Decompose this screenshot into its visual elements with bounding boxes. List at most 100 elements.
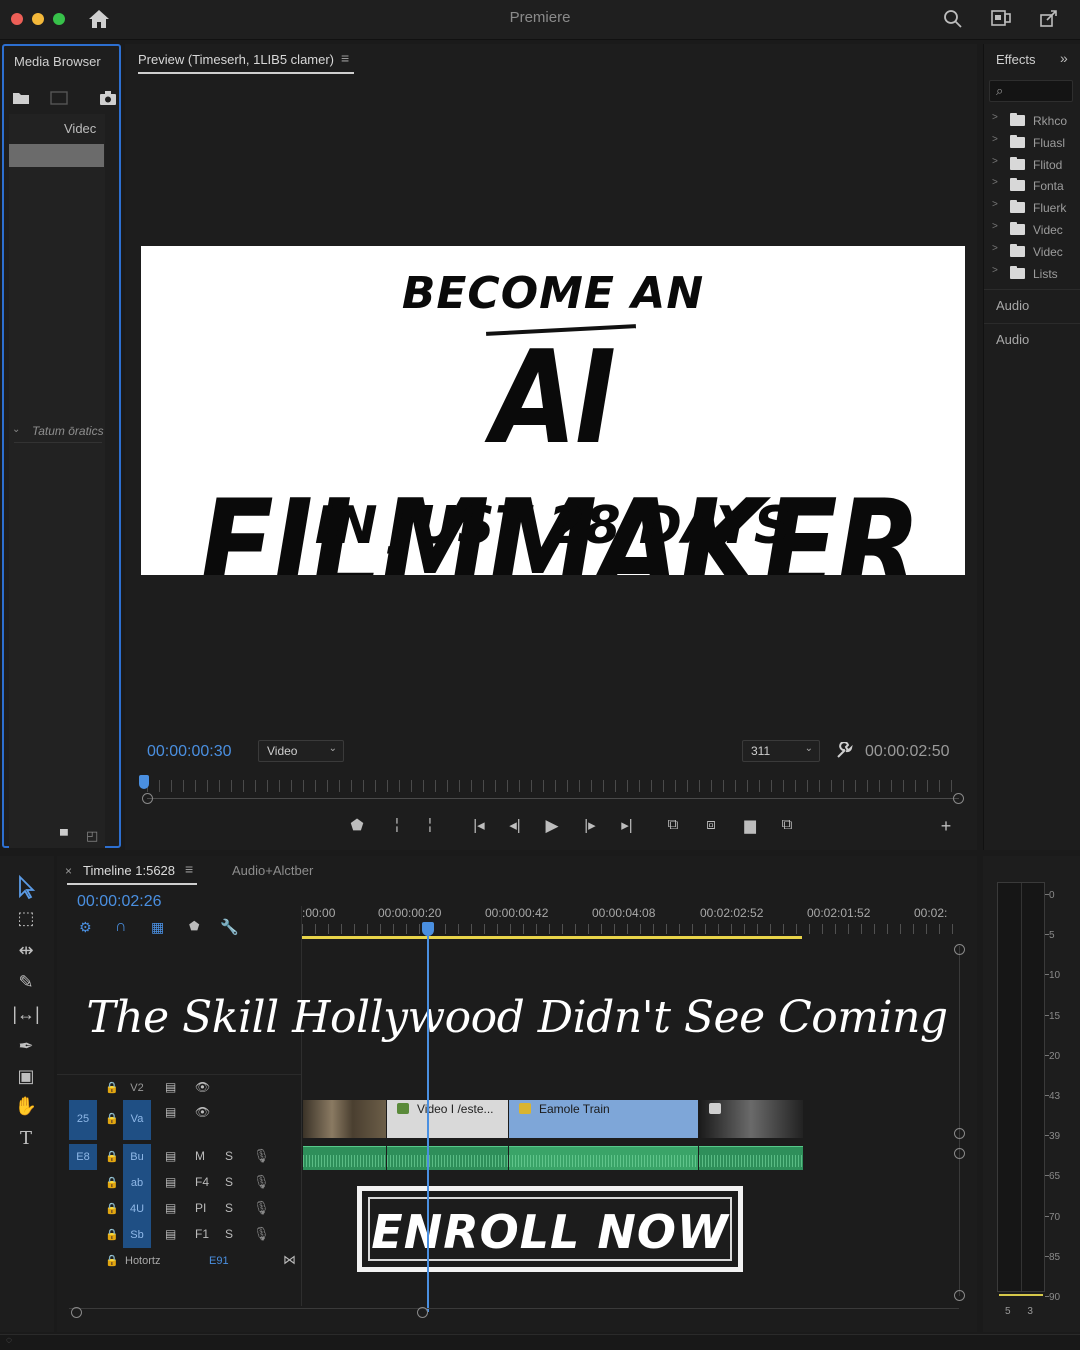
new-item-icon[interactable]: ▀ xyxy=(60,830,68,842)
go-to-out-icon[interactable]: ▸| xyxy=(615,816,639,834)
scroll-handle[interactable] xyxy=(954,1128,965,1139)
search-icon[interactable] xyxy=(943,9,963,29)
settings-wrench-icon[interactable]: 🔧 xyxy=(220,918,239,936)
close-icon[interactable]: × xyxy=(65,864,72,878)
chevron-right-icon[interactable]: > xyxy=(992,221,998,232)
timeline-tab[interactable]: Timeline 1:5628 xyxy=(83,863,175,878)
snap-icon[interactable]: ∩ xyxy=(115,918,127,936)
media-column-header[interactable]: Videc xyxy=(64,121,96,136)
video-clip[interactable] xyxy=(303,1100,386,1138)
panel-menu-icon[interactable]: ≡ xyxy=(341,50,349,66)
video-clip[interactable] xyxy=(699,1100,803,1138)
sync-lock-icon[interactable]: ▤ xyxy=(165,1201,176,1215)
microphone-icon[interactable]: 🎙 xyxy=(253,1148,270,1164)
solo-button[interactable]: S xyxy=(225,1175,233,1189)
microphone-icon[interactable]: 🎙 xyxy=(253,1174,270,1190)
step-back-icon[interactable]: ◂| xyxy=(503,816,527,834)
track-v1[interactable]: 25 🔒 Va ▤ 👁 xyxy=(57,1100,301,1140)
play-icon[interactable]: ▶ xyxy=(540,816,564,836)
mute-button[interactable]: F4 xyxy=(195,1175,209,1189)
lock-icon[interactable]: 🔒 xyxy=(105,1081,119,1094)
overwrite-icon[interactable]: ⧈ xyxy=(699,816,723,833)
sync-lock-icon[interactable]: ▤ xyxy=(165,1080,176,1094)
mute-button[interactable]: M xyxy=(195,1149,205,1163)
mark-in-icon[interactable]: ¦ xyxy=(385,816,409,833)
sync-lock-icon[interactable]: ▤ xyxy=(165,1105,176,1119)
vertical-scrollbar[interactable] xyxy=(959,946,960,1296)
effects-audio-section[interactable]: Audio xyxy=(984,289,1080,321)
go-to-in-icon[interactable]: |◂ xyxy=(467,816,491,834)
audio-clip[interactable] xyxy=(387,1146,508,1170)
add-button-icon[interactable]: + xyxy=(934,816,958,837)
microphone-icon[interactable]: 🎙 xyxy=(253,1200,270,1216)
eye-icon[interactable]: 👁 xyxy=(195,1105,210,1119)
hscroll-start-handle[interactable] xyxy=(71,1307,82,1318)
sync-lock-icon[interactable]: ▤ xyxy=(165,1149,176,1163)
ripple-edit-tool-icon[interactable]: ⇹ xyxy=(12,940,40,966)
eye-icon[interactable]: 👁 xyxy=(195,1080,210,1094)
sync-lock-icon[interactable]: ▤ xyxy=(165,1175,176,1189)
solo-button[interactable]: S xyxy=(225,1201,233,1215)
folder-open-icon[interactable] xyxy=(12,90,32,106)
media-browser-tab[interactable]: Media Browser xyxy=(14,54,101,69)
share-icon[interactable] xyxy=(1038,8,1060,30)
effects-audio-section[interactable]: Audio xyxy=(984,323,1080,355)
scrub-ruler[interactable] xyxy=(147,780,959,792)
chevron-right-icon[interactable]: > xyxy=(992,177,998,188)
mute-button[interactable]: F1 xyxy=(195,1227,209,1241)
video-clip[interactable]: Video I /este... xyxy=(387,1100,508,1138)
scroll-handle[interactable] xyxy=(954,944,965,955)
lock-icon[interactable]: 🔒 xyxy=(105,1202,119,1215)
video-clip[interactable]: Eamole Train xyxy=(509,1100,698,1138)
track-a1[interactable]: E8 🔒 Bu ▤ M S 🎙 xyxy=(57,1144,301,1170)
chevron-right-icon[interactable]: > xyxy=(992,265,998,276)
lock-icon[interactable]: 🔒 xyxy=(105,1176,119,1189)
sync-lock-icon[interactable]: ▤ xyxy=(165,1227,176,1241)
chevron-right-icon[interactable]: > xyxy=(992,156,998,167)
chevron-right-icon[interactable]: > xyxy=(992,134,998,145)
scroll-handle[interactable] xyxy=(954,1148,965,1159)
wrench-icon[interactable] xyxy=(835,742,853,760)
slip-tool-icon[interactable]: |↔| xyxy=(12,1004,40,1030)
compare-icon[interactable]: ⧉ xyxy=(775,816,799,833)
preview-playhead[interactable] xyxy=(139,775,149,789)
insert-icon[interactable]: ⧉ xyxy=(661,816,685,833)
mark-out-icon[interactable]: ¦ xyxy=(418,816,442,833)
horizontal-scrollbar[interactable] xyxy=(69,1308,959,1309)
source-patch[interactable]: 25 xyxy=(69,1100,97,1140)
track-a3[interactable]: 🔒 4U ▤ PI S 🎙 xyxy=(57,1196,301,1222)
audio-clip[interactable] xyxy=(699,1146,803,1170)
track-a4[interactable]: 🔒 Sb ▤ F1 S 🎙 xyxy=(57,1222,301,1248)
panel-menu-icon[interactable]: ≡ xyxy=(185,861,193,877)
marker-icon[interactable]: ⬟ xyxy=(345,816,369,834)
chevron-right-icon[interactable]: > xyxy=(992,112,998,123)
meter-solo-buttons[interactable]: 5 3 xyxy=(1005,1306,1033,1317)
track-a2[interactable]: 🔒 ab ▤ F4 S 🎙 xyxy=(57,1170,301,1196)
lock-icon[interactable]: 🔒 xyxy=(105,1228,119,1241)
lock-icon[interactable]: 🔒 xyxy=(105,1254,119,1267)
chevron-down-icon[interactable]: ⌄ xyxy=(12,424,20,435)
solo-button[interactable]: S xyxy=(225,1149,233,1163)
chevron-right-icon[interactable]: > xyxy=(992,243,998,254)
export-frame-icon[interactable]: ▆ xyxy=(738,816,762,834)
add-marker-icon[interactable]: ⬟ xyxy=(189,919,199,933)
pen-tool-icon[interactable]: ✒ xyxy=(12,1036,40,1062)
media-selected-item[interactable] xyxy=(9,144,104,167)
preview-tab[interactable]: Preview (Timeserh, 1LIB5 clamer) xyxy=(138,52,334,67)
microphone-icon[interactable]: 🎙 xyxy=(253,1226,270,1242)
work-area-bar[interactable] xyxy=(302,936,802,939)
zoom-select[interactable]: 311 ⌄ xyxy=(742,740,820,762)
scroll-handle[interactable] xyxy=(954,1290,965,1301)
audio-clip[interactable] xyxy=(303,1146,386,1170)
chevron-right-icon[interactable]: > xyxy=(992,199,998,210)
timeline-timecode[interactable]: 00:00:02:26 xyxy=(77,893,162,911)
expand-panels-icon[interactable]: » xyxy=(1060,50,1068,66)
master-expand-icon[interactable]: ⋈ xyxy=(283,1252,296,1268)
scrub-track[interactable] xyxy=(147,798,959,799)
audio-clip[interactable] xyxy=(509,1146,698,1170)
media-folder-item[interactable]: Tatum ōratics xyxy=(32,424,104,438)
mode-select[interactable]: Video ⌄ xyxy=(258,740,344,762)
track-select-tool-icon[interactable]: ⬚ xyxy=(12,908,40,934)
current-timecode[interactable]: 00:00:00:30 xyxy=(147,743,232,761)
lock-icon[interactable]: 🔒 xyxy=(105,1112,119,1125)
